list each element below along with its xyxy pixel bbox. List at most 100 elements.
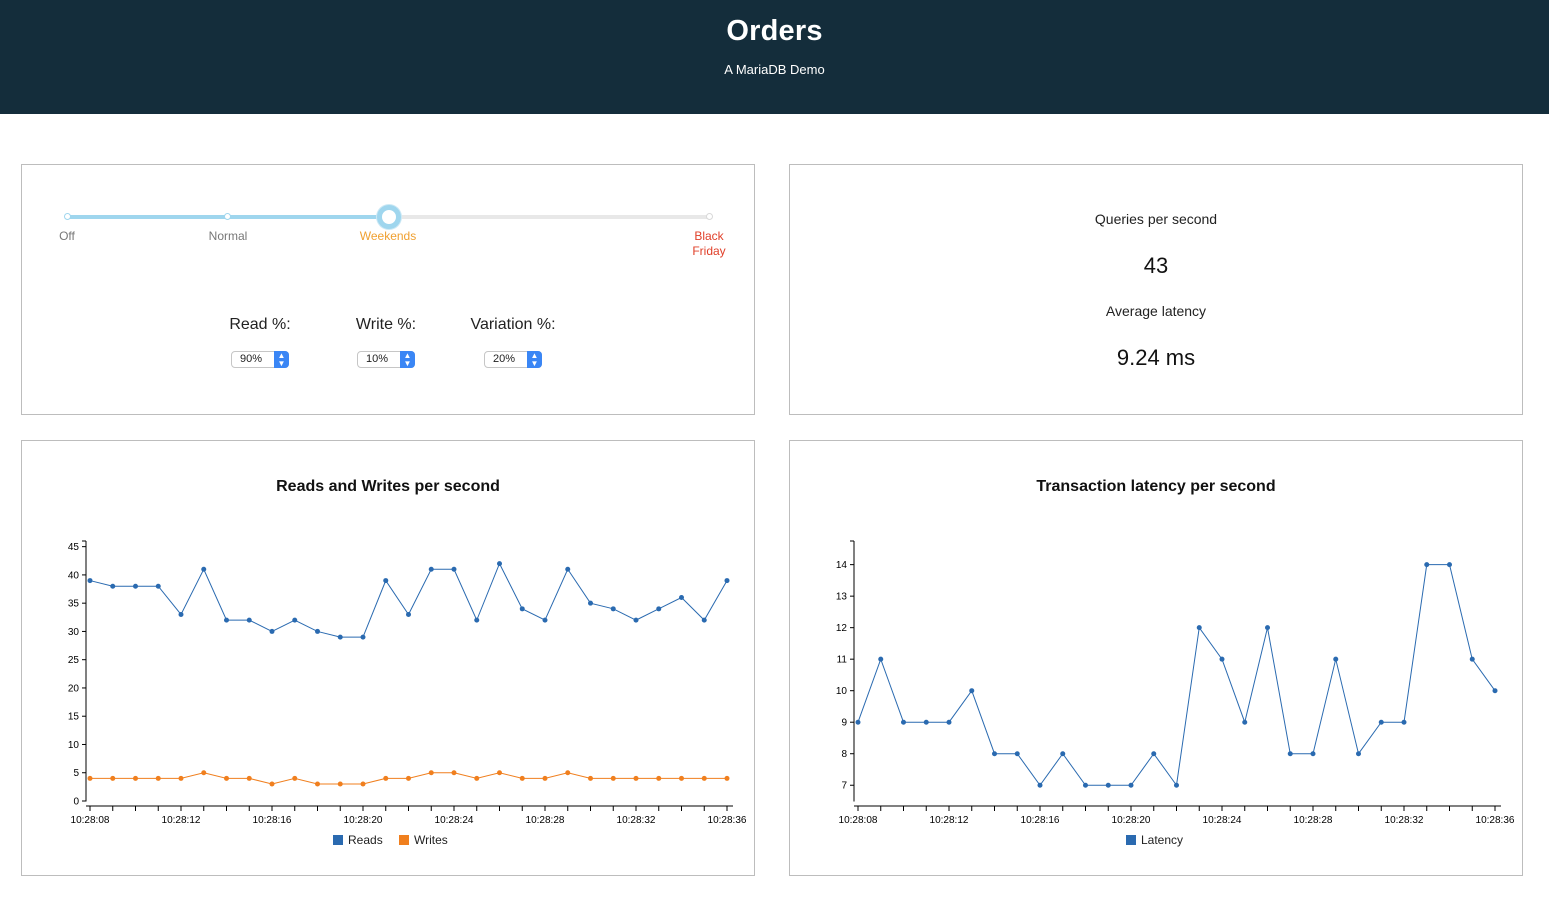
data-point xyxy=(1037,782,1043,788)
data-point xyxy=(1128,782,1134,788)
x-tick-label: 10:28:12 xyxy=(162,815,201,826)
data-point xyxy=(1151,751,1157,757)
read-pct-select[interactable]: 90% ▲ ▼ xyxy=(231,351,289,368)
variation-pct-label: Variation %: xyxy=(470,316,556,333)
data-point xyxy=(87,775,93,781)
data-point xyxy=(201,566,207,572)
data-point xyxy=(969,688,975,694)
data-point xyxy=(406,611,411,617)
data-point xyxy=(178,775,184,781)
slider-label-weekends[interactable]: Weekends xyxy=(353,229,423,244)
data-point xyxy=(406,775,411,781)
data-point xyxy=(679,775,684,781)
data-point xyxy=(724,578,730,584)
data-point xyxy=(451,566,457,572)
select-arrows-icon: ▲ ▼ xyxy=(274,351,289,368)
data-point xyxy=(360,634,366,640)
series-line-latency xyxy=(857,564,1496,787)
slider-label-normal[interactable]: Normal xyxy=(193,229,263,244)
y-tick-label: 9 xyxy=(841,718,847,729)
data-point xyxy=(519,775,525,781)
page-title: Orders xyxy=(726,15,823,47)
data-point xyxy=(1219,656,1225,662)
write-pct-value: 10% xyxy=(366,353,389,365)
data-point xyxy=(701,775,707,781)
x-tick-label: 10:28:16 xyxy=(253,815,292,826)
data-point xyxy=(565,566,571,572)
data-point xyxy=(178,611,184,617)
qps-value: 43 xyxy=(1143,253,1169,278)
variation-pct-select[interactable]: 20% ▲ ▼ xyxy=(484,351,542,368)
slider-stop-off[interactable] xyxy=(64,213,71,220)
data-point xyxy=(292,617,298,623)
slider-handle[interactable] xyxy=(377,205,401,229)
data-point xyxy=(1196,625,1202,631)
x-tick-label: 10:28:36 xyxy=(1476,815,1515,826)
y-tick-label: 25 xyxy=(68,655,80,666)
data-point xyxy=(497,561,502,567)
data-point xyxy=(428,566,434,572)
page-subtitle: A MariaDB Demo xyxy=(724,62,825,77)
data-point xyxy=(1356,751,1361,757)
data-point xyxy=(1174,782,1179,788)
variation-pct-group: Variation %: 20% ▲ ▼ xyxy=(463,316,563,373)
latency-chart-panel: Transaction latency per second 7 8 9 10 11 12… xyxy=(789,440,1523,876)
data-point xyxy=(633,775,639,781)
data-point xyxy=(1242,719,1248,725)
data-point xyxy=(679,595,684,601)
x-tick-label: 10:28:24 xyxy=(1203,815,1242,826)
data-point xyxy=(565,770,571,776)
x-tick-label: 10:28:12 xyxy=(930,815,969,826)
data-point xyxy=(1083,782,1088,788)
data-point xyxy=(656,606,662,612)
legend-label-reads: Reads xyxy=(348,833,383,847)
y-tick-label: 0 xyxy=(73,797,79,808)
read-pct-value: 90% xyxy=(240,353,263,365)
data-point xyxy=(1060,751,1066,757)
series-line-reads xyxy=(89,562,728,638)
data-point xyxy=(1447,562,1452,568)
data-point xyxy=(588,775,593,781)
data-point xyxy=(1401,719,1407,725)
slider-stop-black-friday[interactable] xyxy=(706,213,713,220)
y-tick-label: 15 xyxy=(68,712,80,723)
legend-swatch-reads xyxy=(333,835,343,845)
write-pct-select[interactable]: 10% ▲ ▼ xyxy=(357,351,415,368)
latency-chart: 7 8 9 10 11 12 13 14 10:28:08 10:28:12 10:28:16 10:… xyxy=(836,540,1515,847)
data-point xyxy=(878,656,884,662)
data-point xyxy=(155,583,161,589)
latency-label: Average latency xyxy=(1105,303,1207,319)
legend-swatch-writes xyxy=(399,835,409,845)
x-tick-label: 10:28:36 xyxy=(708,815,747,826)
slider-label-black-friday[interactable]: Black Friday xyxy=(688,229,730,259)
data-point xyxy=(337,781,343,787)
data-point xyxy=(224,617,229,623)
data-point xyxy=(1333,656,1339,662)
data-point xyxy=(946,719,952,725)
data-point xyxy=(901,719,906,725)
select-arrows-icon: ▲ ▼ xyxy=(527,351,542,368)
page-header: Orders A MariaDB Demo xyxy=(0,0,1549,114)
y-tick-label: 30 xyxy=(68,627,80,638)
data-point xyxy=(610,775,616,781)
data-point xyxy=(497,770,502,776)
data-point xyxy=(474,617,480,623)
x-tick-label: 10:28:32 xyxy=(1385,815,1424,826)
data-point xyxy=(633,617,639,623)
x-tick-label: 10:28:08 xyxy=(839,815,878,826)
data-point xyxy=(383,775,389,781)
x-tick-label: 10:28:28 xyxy=(526,815,565,826)
x-tick-label: 10:28:20 xyxy=(344,815,383,826)
slider-stop-normal[interactable] xyxy=(224,213,231,220)
x-tick-label: 10:28:24 xyxy=(435,815,474,826)
data-point xyxy=(992,751,997,757)
load-controls-panel: Off Normal Weekends Black Friday Read %:… xyxy=(21,164,755,415)
slider-label-off[interactable]: Off xyxy=(32,229,102,244)
y-tick-label: 11 xyxy=(837,655,848,666)
qps-label: Queries per second xyxy=(1094,211,1218,227)
read-pct-group: Read %: 90% ▲ ▼ xyxy=(210,316,310,373)
variation-pct-value: 20% xyxy=(493,353,516,365)
y-tick-label: 12 xyxy=(836,623,848,634)
data-point xyxy=(269,781,275,787)
data-point xyxy=(246,775,252,781)
